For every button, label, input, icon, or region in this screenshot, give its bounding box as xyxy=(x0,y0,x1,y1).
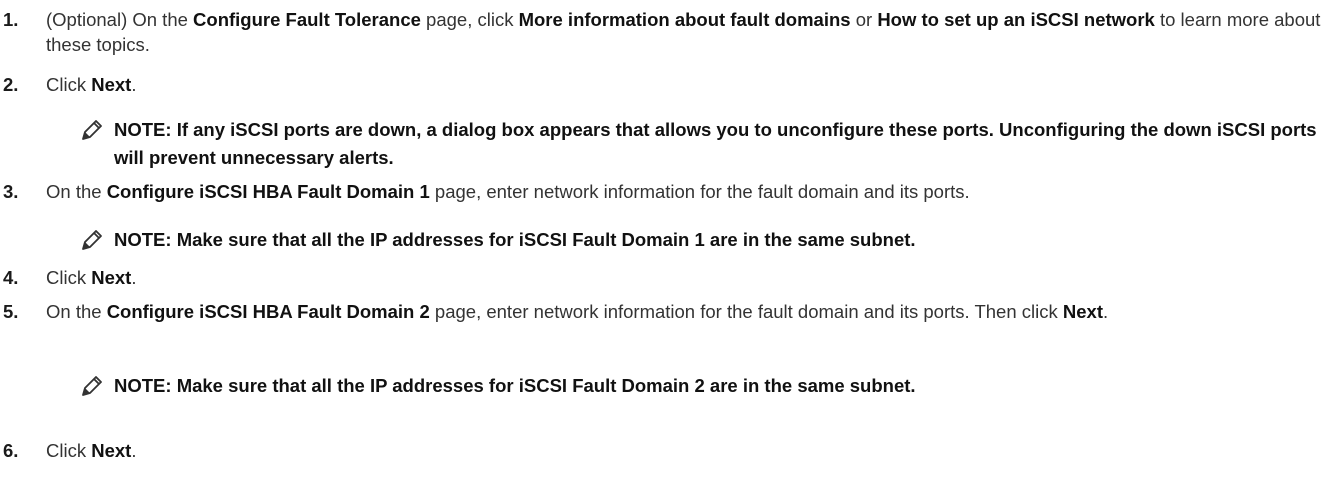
step-number: 6. xyxy=(3,440,19,461)
ui-reference: Next xyxy=(1062,301,1103,322)
step-number: 3. xyxy=(3,181,19,202)
step-text: On the Configure iSCSI HBA Fault Domain … xyxy=(46,301,1109,322)
pencil-note-icon xyxy=(82,120,102,140)
step-text: Click Next. xyxy=(46,267,137,288)
step-number: 5. xyxy=(3,301,19,322)
note-text: NOTE: Make sure that all the IP addresse… xyxy=(114,229,916,250)
step-number: 2. xyxy=(3,74,19,95)
ui-reference: How to set up an iSCSI network xyxy=(877,9,1155,30)
step-text: On the Configure iSCSI HBA Fault Domain … xyxy=(46,181,970,202)
pencil-note-icon xyxy=(82,376,102,396)
step-text: (Optional) On the Configure Fault Tolera… xyxy=(46,9,1321,55)
step-number: 1. xyxy=(3,9,19,30)
ui-reference: Next xyxy=(91,267,132,288)
pencil-note-icon xyxy=(82,230,102,250)
ui-reference: Configure iSCSI HBA Fault Domain 2 xyxy=(106,301,430,322)
step-text: Click Next. xyxy=(46,74,137,95)
ui-reference: Next xyxy=(91,74,132,95)
ui-reference: More information about fault domains xyxy=(518,9,851,30)
ui-reference: Next xyxy=(91,440,132,461)
step-text: Click Next. xyxy=(46,440,137,461)
ui-reference: Configure iSCSI HBA Fault Domain 1 xyxy=(106,181,430,202)
step-number: 4. xyxy=(3,267,19,288)
ui-reference: Configure Fault Tolerance xyxy=(193,9,421,30)
note-text: NOTE: If any iSCSI ports are down, a dia… xyxy=(114,119,1317,168)
note-text: NOTE: Make sure that all the IP addresse… xyxy=(114,375,916,396)
